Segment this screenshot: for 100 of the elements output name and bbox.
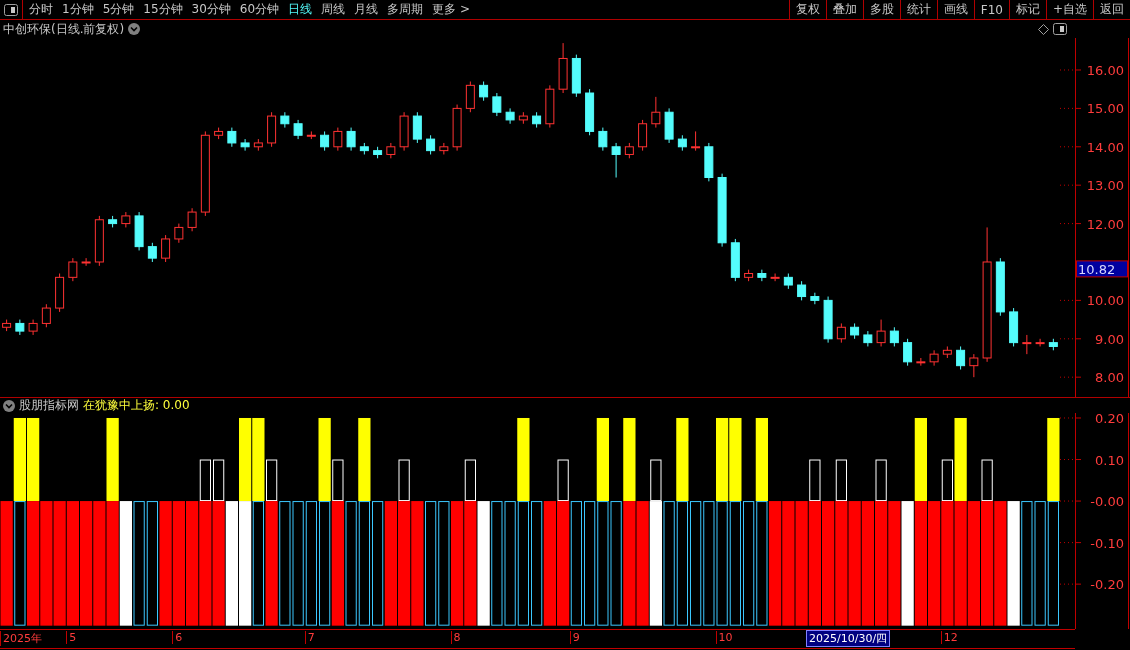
candle xyxy=(187,207,197,232)
candle xyxy=(1009,307,1019,347)
candle xyxy=(956,345,966,370)
axis-label: -0.00 xyxy=(1090,494,1124,510)
candle xyxy=(81,257,91,267)
candle xyxy=(691,130,701,152)
candle xyxy=(373,146,383,159)
candle xyxy=(134,211,144,251)
crosshair-date-label: 2025/10/30/四 xyxy=(806,630,891,647)
axis-label: 0.10 xyxy=(1095,452,1124,468)
candle xyxy=(293,119,303,140)
candle xyxy=(399,111,409,152)
candle xyxy=(863,330,873,347)
candle xyxy=(492,92,502,117)
diamond-icon[interactable] xyxy=(1038,23,1049,35)
candle xyxy=(346,127,356,152)
candle xyxy=(121,211,131,228)
candle xyxy=(995,257,1005,317)
candle xyxy=(505,107,515,125)
period-tab[interactable]: 周线 xyxy=(321,1,346,18)
candle xyxy=(598,127,608,152)
candle xyxy=(823,296,833,344)
candle xyxy=(1022,334,1032,355)
period-tab[interactable]: 1分钟 xyxy=(62,1,94,18)
candle xyxy=(929,349,939,367)
candle xyxy=(306,130,316,140)
axis-label: 16.00 xyxy=(1086,63,1124,78)
dropdown-icon[interactable] xyxy=(3,399,15,412)
candle xyxy=(465,81,475,113)
date-label: 10 xyxy=(715,631,733,644)
period-tab[interactable]: 更多 > xyxy=(432,1,470,18)
period-tab[interactable]: 30分钟 xyxy=(191,1,231,18)
candle xyxy=(518,111,528,125)
date-label: 9 xyxy=(569,631,580,644)
candle xyxy=(810,292,820,305)
period-tab[interactable]: 60分钟 xyxy=(239,1,280,18)
candle xyxy=(757,269,767,282)
candle xyxy=(797,280,807,301)
date-label: 12 xyxy=(940,631,958,644)
candle xyxy=(253,138,263,152)
candle xyxy=(359,142,369,155)
candle xyxy=(1035,338,1045,347)
period-tab[interactable]: 日线 xyxy=(288,1,313,18)
date-label: 6 xyxy=(172,631,183,644)
axis-label: -0.10 xyxy=(1090,535,1124,551)
candle xyxy=(704,142,714,182)
axis-label: 8.00 xyxy=(1095,370,1124,386)
candle xyxy=(267,111,277,148)
candle xyxy=(1048,338,1058,351)
panel-toggle-icon[interactable] xyxy=(4,3,18,16)
date-label: 5 xyxy=(66,631,77,644)
candle xyxy=(942,345,952,359)
candle xyxy=(412,111,422,144)
candle xyxy=(532,111,542,129)
candle xyxy=(783,273,793,290)
candle xyxy=(677,134,687,152)
date-label: 7 xyxy=(304,631,315,644)
date-label: 8 xyxy=(450,631,461,644)
candle xyxy=(850,322,860,340)
candle xyxy=(651,96,661,129)
candle xyxy=(585,88,595,136)
period-tab[interactable]: 多周期 xyxy=(387,1,424,18)
candle xyxy=(916,357,926,367)
candle xyxy=(386,142,396,159)
period-tab[interactable]: 月线 xyxy=(354,1,379,18)
candle xyxy=(227,127,237,148)
candle xyxy=(571,54,581,98)
candle xyxy=(28,319,38,336)
period-tab[interactable]: 15分钟 xyxy=(143,1,183,18)
candle xyxy=(240,138,250,152)
axis-label: 13.00 xyxy=(1086,178,1124,194)
candle xyxy=(439,142,449,155)
candle xyxy=(41,303,51,328)
candle xyxy=(545,84,555,129)
candle xyxy=(161,234,171,263)
candle xyxy=(624,142,634,159)
axis-label: 9.00 xyxy=(1095,331,1124,347)
indicator-reading: 在犹豫中上扬: 0.00 xyxy=(83,397,190,414)
candle xyxy=(730,238,740,282)
candle xyxy=(214,127,224,140)
candle xyxy=(638,119,648,152)
candle xyxy=(147,242,157,263)
candle xyxy=(770,273,780,282)
candle xyxy=(426,134,436,155)
candle xyxy=(876,319,886,347)
candle xyxy=(15,319,25,336)
candle xyxy=(68,257,78,282)
candle xyxy=(94,215,104,267)
axis-label: -0.20 xyxy=(1090,577,1124,593)
candle xyxy=(108,215,118,228)
period-tab[interactable]: 5分钟 xyxy=(102,1,135,18)
period-tab[interactable]: 分时 xyxy=(29,1,53,18)
candle xyxy=(664,107,674,144)
axis-label: 14.00 xyxy=(1086,139,1124,155)
candle xyxy=(969,353,979,378)
candle xyxy=(903,338,913,367)
panel-toggle-icon[interactable] xyxy=(1053,23,1067,35)
dropdown-icon[interactable] xyxy=(128,23,141,35)
candle xyxy=(889,326,899,347)
candle xyxy=(836,322,846,344)
